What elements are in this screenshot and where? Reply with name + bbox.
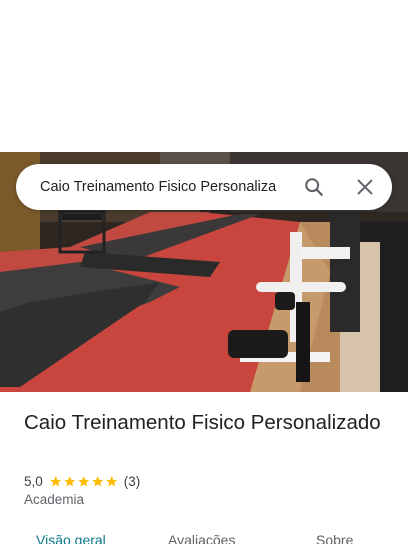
tab-reviews[interactable]: Avaliações: [168, 532, 235, 544]
star-icon: [50, 475, 61, 486]
tab-overview[interactable]: Visão geral: [36, 532, 106, 544]
place-category: Academia: [24, 492, 85, 507]
rating-stars: [49, 475, 119, 488]
search-bar[interactable]: Caio Treinamento Fisico Personaliza: [16, 164, 392, 210]
tab-about[interactable]: Sobre: [316, 532, 353, 544]
rating-value: 5,0: [24, 473, 43, 489]
rating-row[interactable]: 5,0 (3): [24, 471, 140, 491]
close-icon[interactable]: [354, 176, 376, 198]
review-count[interactable]: (3): [124, 474, 141, 489]
star-icon: [64, 475, 75, 486]
place-details-page: Caio Treinamento Fisico Personaliza Caio…: [0, 0, 408, 544]
star-icon: [92, 475, 103, 486]
star-icon: [78, 475, 89, 486]
place-title: Caio Treinamento Fisico Personalizado: [24, 411, 381, 434]
place-tabs: Visão geral Avaliações Sobre: [0, 526, 408, 544]
star-icon: [106, 475, 117, 486]
search-input[interactable]: Caio Treinamento Fisico Personaliza: [40, 164, 304, 210]
search-icon[interactable]: [303, 176, 325, 198]
